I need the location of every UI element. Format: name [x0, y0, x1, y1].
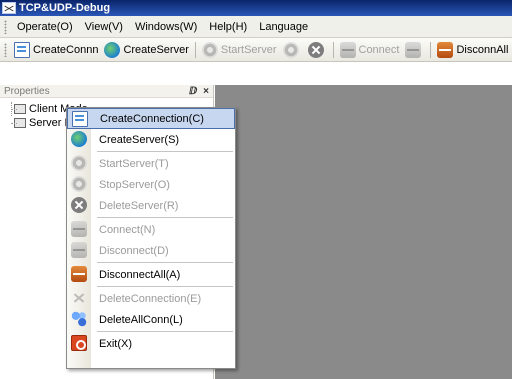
menu-item-delete-connection[interactable]: DeleteConnection(E): [67, 288, 235, 309]
main-workspace[interactable]: [215, 85, 512, 379]
create-connection-icon: [72, 111, 88, 127]
delete-server-icon: [71, 197, 87, 213]
toolbar-separator: [332, 41, 334, 58]
create-server-button[interactable]: CreateServer: [101, 40, 191, 60]
menu-item-label: DisconnectAll(A): [99, 268, 181, 281]
create-connection-button[interactable]: CreateConnn: [11, 40, 101, 60]
menu-operate[interactable]: Operate(O): [11, 19, 79, 35]
menu-item-stop-server[interactable]: StopServer(O): [67, 174, 235, 195]
stop-server-button[interactable]: [280, 40, 305, 60]
menu-item-label: StartServer(T): [99, 157, 169, 170]
menu-item-delete-server[interactable]: DeleteServer(R): [67, 195, 235, 216]
start-server-button[interactable]: StartServer: [199, 40, 280, 60]
toolbar: CreateConnn CreateServer StartServer Con…: [0, 38, 512, 62]
disconnect-icon: [405, 41, 422, 58]
menu-item-exit[interactable]: Exit(X): [67, 333, 235, 354]
window-title: TCP&UDP-Debug: [19, 2, 111, 14]
menu-item-label: Disconnect(D): [99, 244, 169, 257]
delete-connection-icon: [71, 290, 87, 306]
create-server-icon: [104, 41, 121, 58]
disconnect-all-label: DisconnAll: [456, 43, 509, 56]
menu-bar: Operate(O) View(V) Windows(W) Help(H) La…: [0, 16, 512, 38]
create-server-icon: [71, 131, 87, 147]
menu-language[interactable]: Language: [253, 19, 314, 35]
properties-panel-title: Properties: [4, 85, 50, 97]
stop-server-icon: [282, 41, 299, 58]
delete-all-conn-icon: [71, 311, 87, 327]
disconnect-all-button[interactable]: DisconnAll: [434, 40, 511, 60]
menu-item-label: DeleteServer(R): [99, 199, 179, 212]
disconnect-all-icon: [437, 41, 454, 58]
menu-help[interactable]: Help(H): [203, 19, 253, 35]
title-bar: TCP&UDP-Debug: [0, 0, 512, 16]
menu-item-create-server[interactable]: CreateServer(S): [67, 129, 235, 150]
close-icon[interactable]: ×: [203, 86, 209, 97]
context-menu: CreateConnection(C) CreateServer(S) Star…: [66, 107, 236, 369]
menu-item-label: CreateServer(S): [99, 133, 180, 146]
delete-server-button[interactable]: [305, 40, 330, 60]
start-server-icon: [71, 155, 87, 171]
toolbar-grip-icon[interactable]: [4, 42, 7, 57]
stop-server-icon: [71, 176, 87, 192]
computer-icon: [14, 104, 26, 114]
app-icon: [2, 2, 16, 14]
menu-item-label: Connect(N): [99, 223, 156, 236]
menu-item-disconnect[interactable]: Disconnect(D): [67, 240, 235, 261]
menu-item-label: Exit(X): [99, 337, 132, 350]
disconnect-icon: [71, 242, 87, 258]
disconnect-all-icon: [71, 266, 87, 282]
delete-server-icon: [307, 41, 324, 58]
menu-item-label: CreateConnection(C): [100, 112, 204, 125]
connect-label: Connect: [358, 43, 400, 56]
toolbar-separator: [194, 41, 196, 58]
menu-item-label: DeleteConnection(E): [99, 292, 202, 305]
menu-item-label: DeleteAllConn(L): [99, 313, 183, 326]
toolbar-separator: [430, 41, 432, 58]
start-server-icon: [201, 41, 218, 58]
start-server-label: StartServer: [220, 43, 277, 56]
menu-view[interactable]: View(V): [79, 19, 129, 35]
menu-windows[interactable]: Windows(W): [129, 19, 203, 35]
menu-item-delete-all-conn[interactable]: DeleteAllConn(L): [67, 309, 235, 330]
menu-item-start-server[interactable]: StartServer(T): [67, 153, 235, 174]
menubar-grip-icon[interactable]: [4, 19, 7, 34]
pin-icon[interactable]: ⅅ: [189, 86, 197, 97]
connect-icon: [339, 41, 356, 58]
menu-item-connect[interactable]: Connect(N): [67, 219, 235, 240]
connect-button[interactable]: Connect: [337, 40, 403, 60]
menu-item-disconnect-all[interactable]: DisconnectAll(A): [67, 264, 235, 285]
create-server-label: CreateServer: [123, 43, 189, 56]
exit-icon: [71, 335, 87, 351]
properties-panel-header: Properties ⅅ ×: [0, 85, 213, 98]
menu-item-label: StopServer(O): [99, 178, 170, 191]
create-connection-label: CreateConnn: [33, 43, 99, 56]
disconnect-button[interactable]: [402, 40, 427, 60]
connect-icon: [71, 221, 87, 237]
menu-item-create-connection[interactable]: CreateConnection(C): [67, 108, 235, 129]
computer-icon: [14, 118, 26, 128]
create-connection-icon: [14, 41, 30, 58]
